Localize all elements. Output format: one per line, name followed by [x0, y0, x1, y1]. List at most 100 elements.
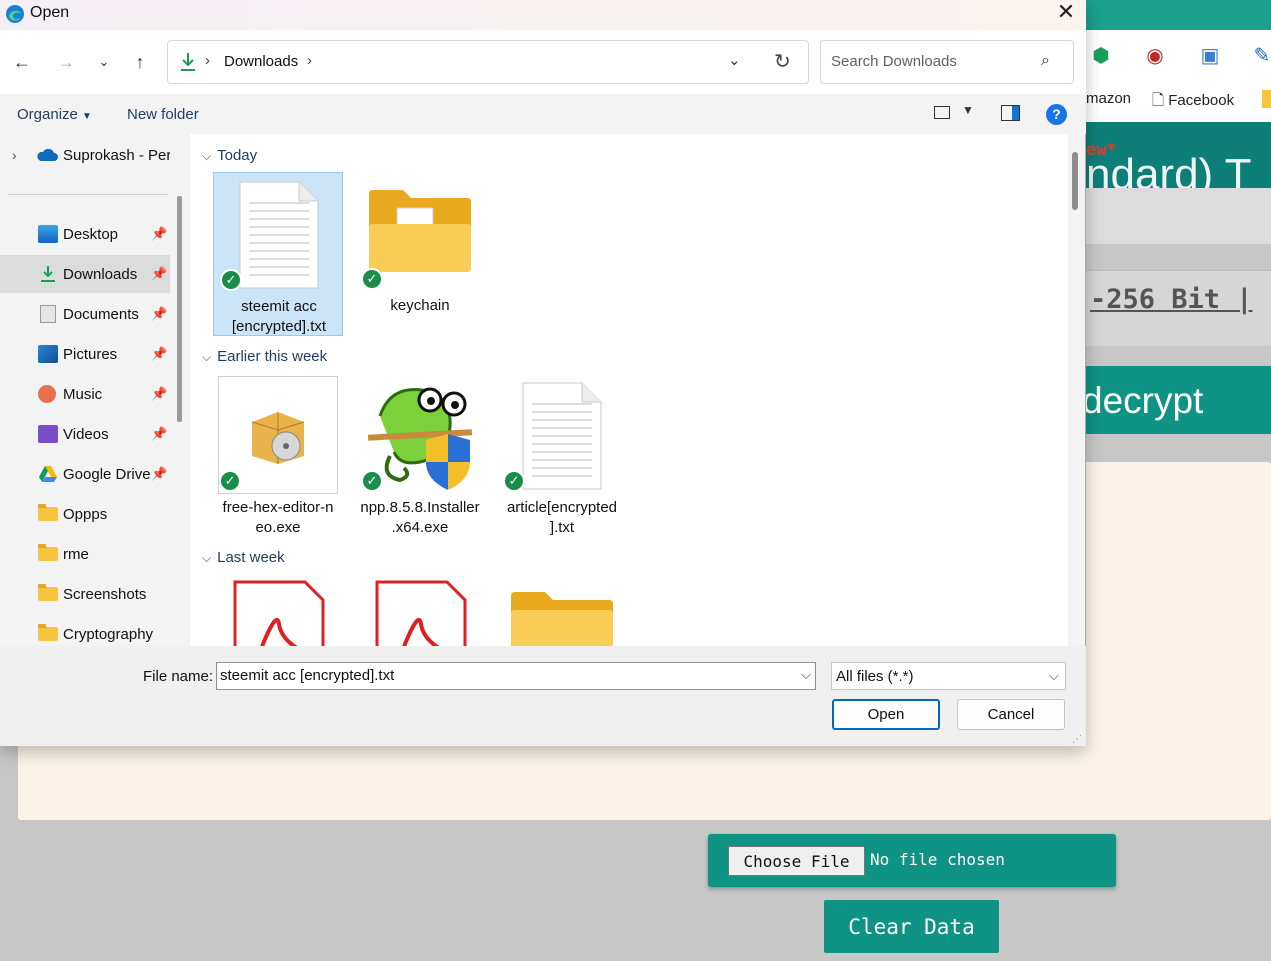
address-dropdown-icon[interactable]: ⌄ [728, 51, 741, 69]
bookmark-facebook[interactable]: 🗋 Facebook [1152, 90, 1234, 115]
sidebar-item-videos[interactable]: Videos 📌 [0, 415, 170, 453]
search-box[interactable]: ⌕ [820, 40, 1074, 84]
sidebar-item-desktop[interactable]: Desktop 📌 [0, 215, 170, 253]
file-item[interactable]: ✓ article[encrypted ].txt [497, 374, 627, 538]
sidebar-item-documents[interactable]: Documents 📌 [0, 295, 170, 333]
file-list-scrollbar[interactable] [1072, 152, 1078, 210]
address-bar[interactable]: › Downloads › ⌄ ↻ [167, 40, 809, 84]
group-header-earlier-this-week[interactable]: ⌵ Earlier this week [202, 348, 327, 365]
shield-extension-icon[interactable]: ⬢ [1089, 44, 1113, 68]
dialog-titlebar[interactable]: Open ✕ [0, 0, 1086, 30]
bookmark-amazon[interactable]: mazon [1086, 90, 1131, 107]
pin-icon[interactable]: 📌 [151, 466, 167, 482]
view-caret-icon[interactable]: ▼ [962, 103, 974, 117]
sidebar-scrollbar[interactable] [177, 196, 182, 422]
pdf-icon [233, 580, 325, 646]
cancel-button[interactable]: Cancel [957, 699, 1065, 730]
sync-status-icon: ✓ [361, 470, 383, 492]
sync-status-icon: ✓ [361, 268, 383, 290]
new-folder-button[interactable]: New folder [127, 106, 199, 123]
open-file-dialog: Open ✕ ← → ⌄ ↑ › Downloads › ⌄ ↻ ⌕ Organ… [0, 0, 1086, 746]
zip-folder-icon [511, 592, 613, 646]
desktop-icon [38, 225, 58, 243]
file-name-label: keychain [390, 297, 450, 314]
sidebar-item-label: Suprokash - Pers [63, 146, 170, 164]
heading-strip [1086, 188, 1271, 244]
file-name-input[interactable] [220, 667, 790, 684]
resize-grip-icon[interactable]: ⋰ [1072, 734, 1082, 745]
organize-menu[interactable]: Organize ▼ [17, 106, 92, 123]
sidebar-item-pictures[interactable]: Pictures 📌 [0, 335, 170, 373]
translate-extension-icon[interactable]: ▣ [1198, 44, 1222, 68]
document-icon [40, 305, 56, 323]
sidebar-item-cryptography[interactable]: Cryptography [0, 615, 170, 646]
file-name-label: free-hex-editor-n eo.exe [213, 498, 343, 538]
sidebar-item-screenshots[interactable]: Screenshots [0, 575, 170, 613]
file-name-line1: npp.8.5.8.Installer [360, 499, 480, 516]
sidebar-item-music[interactable]: Music 📌 [0, 375, 170, 413]
group-header-last-week[interactable]: ⌵ Last week [202, 549, 285, 566]
pin-icon[interactable]: 📌 [151, 226, 167, 242]
close-icon[interactable]: ✕ [1054, 0, 1078, 26]
pin-icon[interactable]: 📌 [151, 306, 167, 322]
navigation-bar: ← → ⌄ ↑ › Downloads › ⌄ ↻ ⌕ [0, 30, 1086, 94]
view-options-icon[interactable] [934, 106, 950, 119]
page-icon: 🗋 [1152, 92, 1165, 109]
picture-icon [38, 345, 58, 363]
chevron-down-icon: ⌵ [1049, 668, 1059, 683]
file-item[interactable]: ✓ free-hex-editor-n eo.exe [213, 374, 343, 538]
help-icon[interactable]: ? [1046, 104, 1067, 125]
installer-icon [251, 412, 305, 464]
file-type-select[interactable]: All files (*.*) ⌵ [831, 662, 1066, 690]
sidebar-item-rme[interactable]: rme [0, 535, 170, 573]
file-item[interactable] [213, 574, 343, 646]
file-name-label: npp.8.5.8.Installer .x64.exe [355, 498, 485, 538]
file-item[interactable]: ✓ npp.8.5.8.Installer .x64.exe [355, 374, 485, 538]
bookmark-folder-icon[interactable] [1262, 90, 1271, 108]
sidebar-item-google-drive[interactable]: Google Drive 📌 [0, 455, 170, 493]
pin-icon[interactable]: 📌 [151, 266, 167, 282]
folder-item[interactable]: ✓ keychain [355, 172, 485, 336]
group-header-today[interactable]: ⌵ Today [202, 147, 257, 164]
up-arrow-icon[interactable]: ↑ [127, 50, 153, 74]
file-item[interactable]: ✓ steemit acc [encrypted].txt [213, 172, 343, 336]
pin-icon[interactable]: 📌 [151, 346, 167, 362]
download-icon [181, 53, 195, 71]
pin-icon[interactable]: 📌 [151, 426, 167, 442]
file-item[interactable] [355, 574, 485, 646]
breadcrumb-chevron-icon[interactable]: › [205, 52, 210, 69]
breadcrumb-downloads[interactable]: Downloads [224, 53, 298, 70]
search-input[interactable] [831, 53, 1031, 70]
search-icon[interactable]: ⌕ [1041, 52, 1050, 70]
file-list-pane: ⌵ Today ✓ steemit acc [encrypted].txt ✓ … [190, 134, 1068, 646]
file-input-widget: Choose File No file chosen [708, 834, 1116, 887]
expand-chevron-icon[interactable]: › [12, 147, 17, 163]
sidebar-item-label: Cryptography [63, 625, 154, 643]
refresh-icon[interactable]: ↻ [774, 49, 791, 74]
clear-data-button[interactable]: Clear Data [824, 900, 999, 953]
text-file-icon [239, 181, 319, 289]
back-arrow-icon[interactable]: ← [9, 50, 35, 74]
onedrive-cloud-icon [37, 148, 58, 161]
open-button[interactable]: Open [832, 699, 940, 730]
sidebar-item-downloads[interactable]: Downloads 📌 [0, 255, 170, 293]
choose-file-button[interactable]: Choose File [728, 846, 865, 876]
organize-label: Organize [17, 106, 78, 123]
forward-arrow-icon[interactable]: → [53, 50, 79, 74]
chevron-down-icon[interactable]: ⌵ [801, 667, 811, 683]
breadcrumb-chevron-icon[interactable]: › [307, 52, 312, 69]
recent-locations-chevron-icon[interactable]: ⌄ [91, 50, 117, 74]
file-item[interactable] [497, 574, 627, 646]
sidebar-item-onedrive[interactable]: › Suprokash - Pers [0, 136, 170, 174]
preview-pane-icon[interactable] [1001, 105, 1020, 121]
sync-status-icon: ✓ [219, 470, 241, 492]
browser-titlebar [1086, 0, 1271, 30]
pin-icon[interactable]: 📌 [151, 386, 167, 402]
video-icon [38, 425, 58, 443]
file-name-combobox[interactable]: ⌵ [216, 662, 816, 690]
folder-icon [38, 584, 58, 601]
pen-extension-icon[interactable]: ✎ [1250, 44, 1271, 68]
rocket-extension-icon[interactable]: ◉ [1143, 44, 1167, 68]
sidebar-item-oppps[interactable]: Oppps [0, 495, 170, 533]
navigation-pane: › Suprokash - Pers Desktop 📌 Downloads 📌… [0, 134, 186, 646]
